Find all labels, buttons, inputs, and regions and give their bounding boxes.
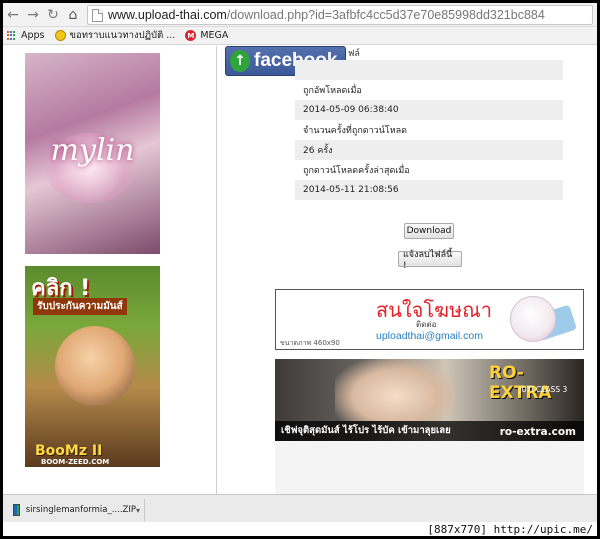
- ro-class: JUTI CLASS 3: [519, 385, 568, 394]
- back-icon[interactable]: ←: [3, 5, 23, 25]
- bookmark-apps[interactable]: Apps: [7, 30, 45, 41]
- file-name-label: ฟล์: [348, 49, 360, 59]
- ad-site: BOOM-ZEED.COM: [41, 458, 110, 466]
- stamp-text: [887x770] http://upic.me/: [427, 523, 593, 536]
- mascot-icon: [510, 296, 556, 342]
- ro-title: RO-EXTRA: [489, 363, 552, 403]
- ro-domain: ro-extra.com: [499, 426, 576, 438]
- url-path: /download.php?id=3afbfc4cc5d37e70e85998d…: [226, 8, 545, 22]
- ro-extra-ad-banner[interactable]: RO-EXTRA JUTI CLASS 3 เชิฟจุติสุดมันส์ ไ…: [275, 359, 584, 441]
- download-file-name: sirsinglemanformia_....ZIP: [25, 505, 136, 515]
- bookmark-label: MEGA: [200, 30, 229, 41]
- url-host: www.upload-thai.com: [108, 8, 227, 22]
- mylin-logo: mylin: [50, 133, 135, 168]
- file-info-table: ถูกอัพโหลดเมื่อ 2014-05-09 06:38:40 จำนว…: [295, 60, 563, 200]
- download-shelf: sirsinglemanformia_....ZIP ▾: [3, 494, 597, 522]
- chevron-down-icon[interactable]: ▾: [136, 506, 140, 515]
- left-sidebar: mylin คลิก ! รับประกันความมันส์ BooMz II…: [3, 46, 217, 494]
- home-icon[interactable]: ⌂: [63, 5, 83, 25]
- ro-slogan: เชิฟจุติสุดมันส์ ไร้โปร ไร้บัค เข้ามาลุย…: [281, 425, 451, 436]
- page-content: mylin คลิก ! รับประกันความมันส์ BooMz II…: [3, 46, 597, 494]
- page-icon: [92, 8, 103, 22]
- bookmarks-bar: Apps ขอทราบแนวทางปฏิบัติ ... M MEGA: [3, 27, 597, 45]
- uploaded-label: ถูกอัพโหลดเมื่อ: [303, 86, 362, 96]
- ad-character: [55, 326, 135, 406]
- last-download-value: 2014-05-11 21:08:56: [295, 180, 563, 200]
- forward-icon[interactable]: →: [23, 5, 43, 25]
- mylin-ad-banner[interactable]: mylin: [25, 53, 160, 254]
- zip-file-icon: [13, 504, 20, 516]
- ad-email: uploadthai@gmail.com: [376, 330, 483, 342]
- file-name-value: [295, 60, 563, 80]
- last-download-label: ถูกดาวน์โหลดครั้งล่าสุดเมื่อ: [303, 166, 410, 176]
- mega-icon: M: [185, 30, 197, 41]
- bookmark-mega[interactable]: M MEGA: [185, 30, 228, 41]
- image-stamp: [887x770] http://upic.me/: [3, 522, 597, 536]
- ad-tagline: รับประกันความมันส์: [33, 298, 127, 315]
- download-count-label: จำนวนครั้งที่ถูกดาวน์โหลด: [303, 126, 407, 136]
- download-button[interactable]: Download: [404, 223, 454, 239]
- advertise-banner[interactable]: สนใจโฆษณา ติดต่อ uploadthai@gmail.com ขน…: [275, 289, 584, 350]
- bookmark-thai-guide[interactable]: ขอทราบแนวทางปฏิบัติ ...: [54, 28, 176, 43]
- bookmark-label: Apps: [21, 30, 45, 41]
- browser-window: ← → ↻ ⌂ www.upload-thai.com/download.php…: [0, 0, 600, 539]
- address-bar[interactable]: www.upload-thai.com/download.php?id=3afb…: [87, 5, 593, 25]
- browser-toolbar: ← → ↻ ⌂ www.upload-thai.com/download.php…: [3, 3, 597, 27]
- download-item[interactable]: sirsinglemanformia_....ZIP ▾: [5, 499, 145, 521]
- apps-grid-icon: [7, 30, 17, 41]
- ad-brand: BooMz II: [35, 443, 103, 459]
- reload-icon[interactable]: ↻: [43, 5, 63, 25]
- report-file-button[interactable]: แจ้งลบไฟล์นี้ !: [398, 250, 462, 271]
- boomz-ad-banner[interactable]: คลิก ! รับประกันความมันส์ BooMz II BOOM-…: [25, 266, 160, 467]
- page-bottom-area: [275, 441, 584, 494]
- ad-size-label: ขนาดภาพ 460x90: [280, 339, 340, 347]
- ad-character-face: [335, 359, 455, 421]
- smiley-icon: [54, 30, 66, 41]
- uploaded-value: 2014-05-09 06:38:40: [295, 100, 563, 120]
- bookmark-label: ขอทราบแนวทางปฏิบัติ ...: [69, 30, 176, 41]
- download-count-value: 26 ครั้ง: [295, 140, 563, 160]
- upload-arrow-icon: ↑: [230, 50, 250, 72]
